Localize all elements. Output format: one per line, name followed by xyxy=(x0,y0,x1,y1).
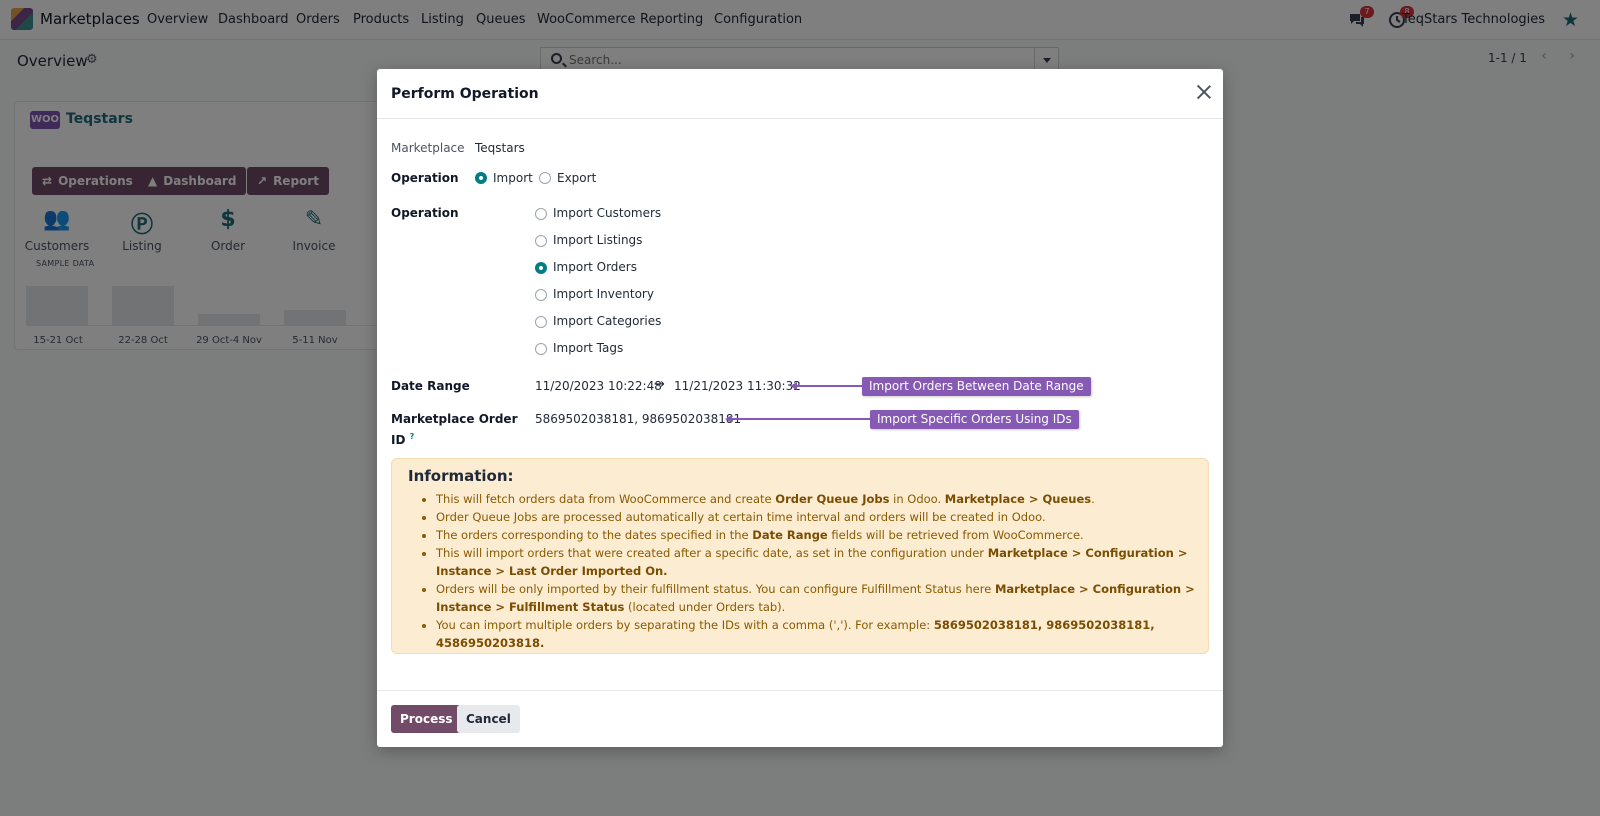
order-id-label: Marketplace Order ID ? xyxy=(391,410,521,449)
order-id-field[interactable]: 5869502038181, 9869502038181 xyxy=(535,412,741,426)
import-tags-label[interactable]: Import Tags xyxy=(553,341,623,355)
date-range-label: Date Range xyxy=(391,379,470,393)
modal-header: Perform Operation xyxy=(377,69,1223,119)
perform-operation-dialog: Perform Operation Marketplace Teqstars O… xyxy=(377,69,1223,747)
info-item: This will import orders that were create… xyxy=(436,544,1200,580)
order-ids-callout: Import Specific Orders Using IDs xyxy=(870,410,1079,429)
info-item: This will fetch orders data from WooComm… xyxy=(436,490,1200,508)
export-radio-label[interactable]: Export xyxy=(557,171,596,185)
date-range-arrow: → xyxy=(654,377,665,392)
modal-footer: Process Cancel xyxy=(377,690,1223,747)
date-from-field[interactable]: 11/20/2023 10:22:48 xyxy=(535,379,662,393)
import-tags-radio[interactable] xyxy=(535,343,547,355)
import-customers-label[interactable]: Import Customers xyxy=(553,206,661,220)
operation-direction-label: Operation xyxy=(391,171,459,185)
import-listings-label[interactable]: Import Listings xyxy=(553,233,642,247)
import-orders-label[interactable]: Import Orders xyxy=(553,260,637,274)
export-radio[interactable] xyxy=(539,172,551,184)
import-customers-radio[interactable] xyxy=(535,208,547,220)
modal-title: Perform Operation xyxy=(391,86,539,102)
information-list: This will fetch orders data from WooComm… xyxy=(420,490,1200,652)
close-icon[interactable] xyxy=(1195,83,1213,101)
info-item: You can import multiple orders by separa… xyxy=(436,616,1200,652)
callout-arrow-line xyxy=(730,418,875,420)
date-range-callout: Import Orders Between Date Range xyxy=(862,377,1091,396)
import-orders-radio[interactable] xyxy=(535,262,547,274)
import-radio[interactable] xyxy=(475,172,487,184)
import-inventory-label[interactable]: Import Inventory xyxy=(553,287,654,301)
date-to-field[interactable]: 11/21/2023 11:30:32 xyxy=(674,379,801,393)
info-item: Orders will be only imported by their fu… xyxy=(436,580,1200,616)
marketplace-label: Marketplace xyxy=(391,141,465,155)
import-categories-radio[interactable] xyxy=(535,316,547,328)
operation-type-label: Operation xyxy=(391,206,459,220)
help-tooltip-icon[interactable]: ? xyxy=(410,432,415,441)
process-button[interactable]: Process xyxy=(391,705,462,733)
cancel-button[interactable]: Cancel xyxy=(457,705,520,733)
information-box: Information: This will fetch orders data… xyxy=(391,458,1209,654)
import-inventory-radio[interactable] xyxy=(535,289,547,301)
info-item: The orders corresponding to the dates sp… xyxy=(436,526,1200,544)
import-radio-label[interactable]: Import xyxy=(493,171,533,185)
info-item: Order Queue Jobs are processed automatic… xyxy=(436,508,1200,526)
marketplace-value: Teqstars xyxy=(475,141,525,155)
information-title: Information: xyxy=(408,467,514,485)
import-categories-label[interactable]: Import Categories xyxy=(553,314,661,328)
import-listings-radio[interactable] xyxy=(535,235,547,247)
order-id-label-text: Marketplace Order ID xyxy=(391,412,518,447)
